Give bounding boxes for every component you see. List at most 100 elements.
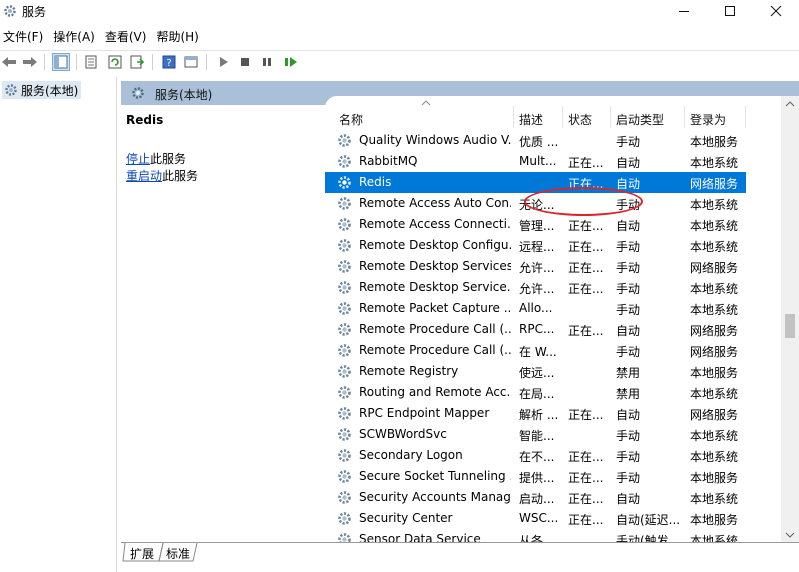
maximize-button[interactable] <box>707 0 753 22</box>
close-button[interactable] <box>753 0 799 22</box>
tree-node-local-services[interactable]: 服务(本地) <box>2 81 82 99</box>
table-row[interactable]: Remote Desktop Configu... 远程... 正在... 手动 本地系… <box>325 235 746 256</box>
cell-startup: 自动(延迟... <box>616 513 681 527</box>
cell-name: SCWBWordSvc <box>359 427 447 441</box>
list-header: 名称 描述 状态 启动类型 登录为 <box>325 96 799 128</box>
service-gear-icon <box>338 239 351 252</box>
back-arrow-icon <box>2 57 16 67</box>
menu-view[interactable]: 查看(V) <box>100 26 152 46</box>
cell-desc: 提供... <box>519 471 555 485</box>
table-row[interactable]: Secure Socket Tunneling ... 提供... 正在... 手动 本… <box>325 466 746 487</box>
table-row[interactable]: Remote Registry 使远... 禁用 本地服务 <box>325 361 746 382</box>
column-header-log-on-as[interactable]: 登录为 <box>690 111 726 128</box>
menu-file[interactable]: 文件(F) <box>0 26 48 46</box>
console-view-button[interactable] <box>182 53 200 71</box>
cell-desc: 远程... <box>519 240 555 254</box>
properties-icon <box>85 55 97 69</box>
cell-startup: 自动 <box>616 492 641 506</box>
table-row[interactable]: RabbitMQ Mult... 正在... 自动 本地系统 <box>325 151 746 172</box>
cell-name: Remote Procedure Call (... <box>359 322 511 336</box>
menu-action[interactable]: 操作(A) <box>48 26 100 46</box>
cell-name: Routing and Remote Acc... <box>359 385 511 399</box>
console-view-icon <box>184 56 198 68</box>
table-row[interactable]: Security Center WSC... 正在... 自动(延迟... 本地服务 <box>325 508 746 529</box>
scroll-up-button[interactable] <box>781 96 799 112</box>
table-row[interactable]: Remote Desktop Service... 允许... 正在... 手动 本地系… <box>325 277 746 298</box>
cell-status: 正在... <box>568 240 604 254</box>
stop-service-button[interactable] <box>236 53 254 71</box>
table-row[interactable]: Remote Access Connecti... 管理... 正在... 自动 本地系… <box>325 214 746 235</box>
forward-button[interactable] <box>21 53 39 71</box>
cell-status: 正在... <box>568 471 604 485</box>
cell-logon: 网络服务 <box>690 261 739 275</box>
cell-startup: 手动 <box>616 429 641 443</box>
cell-status: 正在... <box>568 261 604 275</box>
cell-logon: 本地系统 <box>690 198 739 212</box>
service-gear-icon <box>338 176 351 189</box>
table-row[interactable]: SCWBWordSvc 智能... 手动 本地系统 <box>325 424 746 445</box>
cell-desc: 解析 ... <box>519 408 559 422</box>
cell-name: Secondary Logon <box>359 448 463 462</box>
help-button[interactable]: ? <box>160 53 178 71</box>
cell-desc: Allo... <box>519 301 553 315</box>
services-gear-icon <box>3 4 17 18</box>
start-service-icon <box>220 57 228 67</box>
stop-service-link[interactable]: 停止 <box>126 152 150 166</box>
table-row[interactable]: Secondary Logon 在不... 正在... 手动 本地系统 <box>325 445 746 466</box>
cell-name: Remote Access Connecti... <box>359 217 511 231</box>
minimize-icon <box>679 11 689 12</box>
back-button[interactable] <box>0 53 18 71</box>
cell-name: Security Accounts Manag... <box>359 490 511 504</box>
table-row[interactable]: RPC Endpoint Mapper 解析 ... 正在... 自动 网络服务 <box>325 403 746 424</box>
table-row-selected[interactable]: Redis 正在... 自动 网络服务 <box>325 172 746 193</box>
cell-name: Security Center <box>359 511 453 525</box>
scroll-down-button[interactable] <box>781 527 799 543</box>
cell-logon: 本地系统 <box>690 492 739 506</box>
panel-header-title: 服务(本地) <box>155 88 213 102</box>
tab-standard[interactable]: 标准 <box>164 545 192 562</box>
table-row[interactable]: Sensor Data Service 从各... 手动(触发... 本地系统 <box>325 529 746 543</box>
table-row[interactable]: Remote Packet Capture ... Allo... 手动 本地系统 <box>325 298 746 319</box>
start-service-button[interactable] <box>214 53 232 71</box>
pause-service-button[interactable] <box>258 53 276 71</box>
column-header-description[interactable]: 描述 <box>519 111 543 128</box>
export-list-button[interactable] <box>128 53 146 71</box>
resume-service-button[interactable] <box>282 53 300 71</box>
service-gear-icon <box>338 302 351 315</box>
refresh-button[interactable] <box>106 53 124 71</box>
column-header-status[interactable]: 状态 <box>568 111 592 128</box>
chevron-up-icon <box>785 101 795 107</box>
service-gear-icon <box>338 344 351 357</box>
column-divider[interactable] <box>610 106 611 128</box>
service-gear-icon <box>338 407 351 420</box>
column-divider[interactable] <box>745 106 746 128</box>
cell-name: RabbitMQ <box>359 154 418 168</box>
cell-logon: 网络服务 <box>690 177 739 191</box>
table-row[interactable]: Security Accounts Manag... 启动... 正在... 自动 本地… <box>325 487 746 508</box>
help-icon: ? <box>162 55 176 69</box>
properties-button[interactable] <box>82 53 100 71</box>
column-divider[interactable] <box>684 106 685 128</box>
toolbar-separator <box>152 54 153 70</box>
column-header-startup-type[interactable]: 启动类型 <box>616 111 664 128</box>
column-divider[interactable] <box>562 106 563 128</box>
table-row[interactable]: Remote Desktop Services 允许... 正在... 手动 网络服务 <box>325 256 746 277</box>
table-row[interactable]: Remote Procedure Call (... 在 W... 手动 网络服务 <box>325 340 746 361</box>
table-row[interactable]: Remote Procedure Call (... RPC... 正在... 自动 网… <box>325 319 746 340</box>
menu-help[interactable]: 帮助(H) <box>151 26 203 46</box>
restart-service-link[interactable]: 重启动 <box>126 169 162 183</box>
table-row[interactable]: Routing and Remote Acc... 在局... 禁用 本地系统 <box>325 382 746 403</box>
column-header-name[interactable]: 名称 <box>339 111 363 128</box>
table-row[interactable]: Quality Windows Audio V... 优质 ... 手动 本地服务 <box>325 130 746 151</box>
title-bar: 服务 <box>0 0 799 22</box>
cell-desc: RPC... <box>519 322 555 336</box>
service-gear-icon <box>338 365 351 378</box>
show-tree-button[interactable] <box>52 53 70 71</box>
scroll-thumb[interactable] <box>785 314 795 338</box>
minimize-button[interactable] <box>661 0 707 22</box>
cell-desc: 允许... <box>519 261 555 275</box>
tab-extended[interactable]: 扩展 <box>128 545 156 562</box>
cell-status: 正在... <box>568 282 604 296</box>
column-divider[interactable] <box>513 106 514 128</box>
vertical-scrollbar[interactable] <box>781 96 799 543</box>
